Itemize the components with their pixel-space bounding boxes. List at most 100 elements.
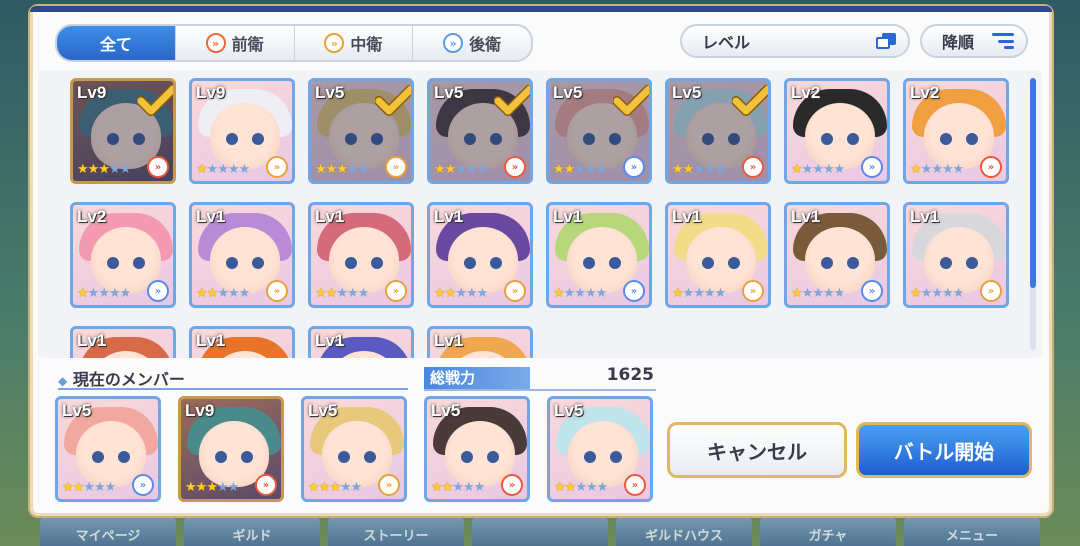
roster-card[interactable]: Lv1★★★★★»: [189, 202, 295, 308]
star-icon: ★: [476, 162, 489, 177]
star-rating: ★★★★★: [196, 162, 250, 177]
bottom-nav-tab[interactable]: ギルドハウス: [616, 516, 752, 546]
total-power-label: 総戦力: [424, 367, 530, 389]
position-front-icon: »: [132, 474, 154, 496]
roster-card[interactable]: Lv9 ★★★★★»: [189, 78, 295, 184]
character-eye: [940, 133, 952, 145]
roster-card[interactable]: Lv1★★★★★»: [784, 202, 890, 308]
bottom-nav-tab[interactable]: マイページ: [40, 516, 176, 546]
tab-rear[interactable]: » 後衛: [413, 26, 531, 60]
star-icon: ★: [672, 162, 684, 177]
star-icon: ★: [77, 286, 89, 301]
character-eye: [847, 257, 859, 269]
bottom-nav-tab[interactable]: ガチャ: [760, 516, 896, 546]
star-icon: ★: [476, 286, 489, 301]
roster-card[interactable]: Lv1★★★★★»: [427, 202, 533, 308]
star-icon: ★: [553, 286, 565, 301]
roster-card[interactable]: Lv2 ★★★★★»: [784, 78, 890, 184]
star-rating: ★★★★★: [434, 162, 489, 177]
team-member-card[interactable]: Lv9 ★★★★★»: [178, 396, 284, 502]
roster-card[interactable]: Lv5 ★★★★★»: [427, 78, 533, 184]
level-badge: Lv1: [910, 207, 940, 226]
tab-middle[interactable]: » 中衛: [295, 26, 414, 60]
team-member-card[interactable]: Lv5 ★★★★★»: [301, 396, 407, 502]
team-member-card[interactable]: Lv5 ★★★★★»: [424, 396, 530, 502]
roster-scrollbar[interactable]: [1030, 78, 1036, 350]
star-icon: ★: [473, 480, 486, 495]
position-front-icon: »: [623, 156, 645, 178]
team-member-card[interactable]: Lv5 ★★★★★»: [547, 396, 653, 502]
star-icon: ★: [217, 162, 229, 177]
level-badge: Lv1: [315, 331, 345, 350]
star-icon: ★: [714, 162, 727, 177]
star-icon: ★: [553, 162, 565, 177]
star-icon: ★: [822, 162, 835, 177]
character-eye: [702, 133, 714, 145]
level-badge: Lv1: [196, 207, 226, 226]
star-icon: ★: [444, 286, 457, 301]
window-toggle-icon: [876, 33, 896, 49]
roster-card[interactable]: Lv1★★★★★»: [308, 326, 414, 358]
character-roster[interactable]: Lv9 ★★★★★» Lv9 ★★★★★» Lv5 ★★★★★» Lv5 ★★★★★» Lv5 ★…: [38, 70, 1042, 358]
bottom-nav-tab[interactable]: ギルド: [184, 516, 320, 546]
bottom-nav-tab[interactable]: [472, 516, 608, 546]
character-eye: [226, 133, 238, 145]
sort-key-button[interactable]: レベル: [680, 24, 910, 58]
star-icon: ★: [339, 480, 352, 495]
position-mid-icon: »: [385, 280, 407, 302]
roster-card[interactable]: Lv9 ★★★★★»: [70, 78, 176, 184]
star-icon: ★: [791, 162, 803, 177]
star-icon: ★: [119, 162, 132, 177]
roster-card[interactable]: Lv2 ★★★★★»: [70, 202, 176, 308]
star-rating: ★★★★★: [77, 286, 131, 301]
star-icon: ★: [672, 286, 684, 301]
level-badge: Lv5: [554, 401, 584, 420]
star-icon: ★: [564, 480, 577, 495]
position-front-icon: »: [623, 280, 645, 302]
star-rating: ★★★★★: [315, 286, 369, 301]
star-icon: ★: [941, 286, 954, 301]
star-icon: ★: [693, 162, 705, 177]
roster-card[interactable]: Lv1★★★★★»: [308, 202, 414, 308]
roster-card[interactable]: Lv1★★★★★»: [70, 326, 176, 358]
tab-all[interactable]: 全て: [57, 26, 176, 60]
start-battle-button[interactable]: バトル開始: [856, 422, 1032, 478]
cancel-button[interactable]: キャンセル: [667, 422, 847, 478]
checkmark-icon: [732, 85, 768, 116]
tab-rear-label: 後衛: [469, 35, 502, 54]
star-icon: ★: [336, 162, 348, 177]
roster-card[interactable]: Lv5 ★★★★★»: [546, 78, 652, 184]
roster-card[interactable]: Lv1★★★★★»: [665, 202, 771, 308]
star-icon: ★: [703, 162, 716, 177]
sort-order-button[interactable]: 降順: [920, 24, 1028, 58]
star-icon: ★: [585, 480, 598, 495]
roster-card[interactable]: Lv5 ★★★★★»: [308, 78, 414, 184]
star-icon: ★: [227, 162, 240, 177]
team-member-card[interactable]: Lv5 ★★★★★»: [55, 396, 161, 502]
star-icon: ★: [465, 286, 478, 301]
star-icon: ★: [196, 162, 208, 177]
star-icon: ★: [595, 162, 608, 177]
bottom-nav-tab[interactable]: メニュー: [904, 516, 1040, 546]
character-eye: [966, 133, 978, 145]
star-icon: ★: [920, 162, 933, 177]
roster-card[interactable]: Lv1★★★★★»: [427, 326, 533, 358]
star-icon: ★: [444, 162, 457, 177]
roster-card[interactable]: Lv1★★★★★»: [546, 202, 652, 308]
divider: [424, 389, 656, 391]
roster-card[interactable]: Lv1★★★★★»: [189, 326, 295, 358]
character-eye: [241, 451, 253, 463]
star-icon: ★: [455, 286, 467, 301]
character-eye: [487, 451, 499, 463]
bottom-nav-tab[interactable]: ストーリー: [328, 516, 464, 546]
roster-card[interactable]: Lv2 ★★★★★»: [903, 78, 1009, 184]
level-badge: Lv9: [196, 83, 226, 102]
star-icon: ★: [575, 480, 587, 495]
tab-front[interactable]: » 前衛: [176, 26, 295, 60]
roster-card[interactable]: Lv5 ★★★★★»: [665, 78, 771, 184]
roster-card[interactable]: Lv1★★★★★»: [903, 202, 1009, 308]
star-rating: ★★★★★: [910, 286, 964, 301]
star-icon: ★: [703, 286, 716, 301]
tab-middle-label: 中衛: [350, 35, 383, 54]
roster-scroll-thumb[interactable]: [1030, 78, 1036, 288]
